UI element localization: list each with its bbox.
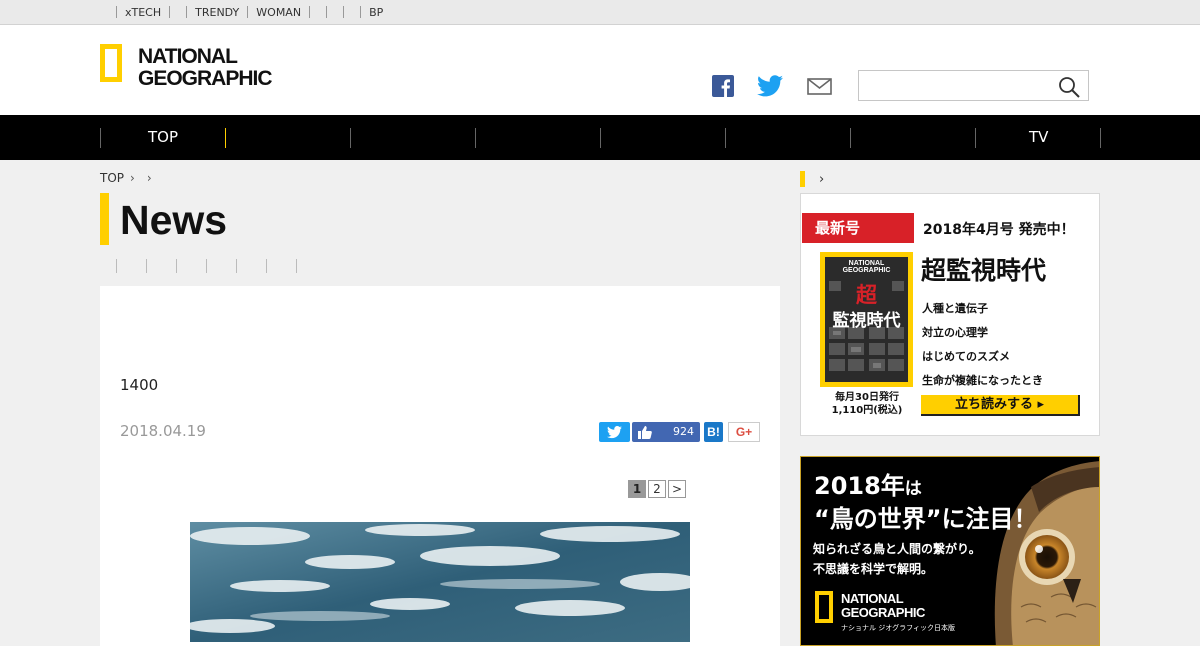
utility-divider bbox=[343, 6, 345, 18]
nav-divider bbox=[100, 128, 101, 148]
latest-issue-tag: 最新号 bbox=[802, 213, 914, 243]
nav-divider bbox=[600, 128, 601, 148]
utility-links: xTECH TRENDY WOMAN BP bbox=[116, 0, 391, 24]
category-divider bbox=[176, 259, 177, 273]
logo-wordmark: NATIONAL GEOGRAPHIC bbox=[138, 45, 273, 90]
category-tabs bbox=[116, 259, 326, 273]
bird-feature-ad[interactable]: 2018年は “鳥の世界”に注目！ 知られざる鳥と人間の繋がり。 不思議を科学で… bbox=[800, 456, 1100, 646]
utility-divider bbox=[326, 6, 328, 18]
ad-subtext: 知られざる鳥と人間の繋がり。 不思議を科学で解明。 bbox=[813, 542, 981, 576]
topic-item: 対立の心理学 bbox=[922, 326, 988, 339]
site-header: NATIONAL GEOGRAPHIC bbox=[0, 25, 1200, 115]
category-divider bbox=[296, 259, 297, 273]
page-1-button[interactable]: 1 bbox=[628, 480, 646, 498]
category-divider bbox=[146, 259, 147, 273]
twitter-share-button[interactable] bbox=[599, 422, 630, 442]
topic-item: はじめてのスズメ bbox=[922, 350, 1010, 363]
category-divider bbox=[116, 259, 117, 273]
feature-title: 超監視時代 bbox=[921, 256, 1047, 285]
facebook-icon[interactable] bbox=[712, 75, 734, 101]
breadcrumb: TOP › › bbox=[100, 171, 158, 185]
article-headline: 1400 bbox=[120, 376, 159, 394]
search-input[interactable] bbox=[859, 71, 1065, 100]
nav-divider bbox=[1100, 128, 1101, 148]
search-box bbox=[858, 70, 1089, 101]
magazine-cover[interactable]: NATIONAL GEOGRAPHIC 超 監視時代 bbox=[820, 252, 913, 387]
logo-frame-icon bbox=[100, 44, 122, 82]
article-date: 2018.04.19 bbox=[120, 422, 206, 440]
topic-item: 生命が複雑になったとき bbox=[922, 374, 1043, 387]
utility-link-xtech[interactable]: xTECH bbox=[117, 6, 169, 19]
article-card: 1400 2018.04.19 924 B! G+ 1 2 > bbox=[100, 286, 780, 646]
page-2-button[interactable]: 2 bbox=[648, 480, 666, 498]
thumbs-up-icon bbox=[638, 426, 652, 439]
mail-icon[interactable] bbox=[807, 78, 832, 99]
pagination: 1 2 > bbox=[628, 480, 688, 498]
chevron-right-icon: › bbox=[130, 171, 135, 185]
ad-headline: 2018年は “鳥の世界”に注目！ bbox=[814, 472, 1038, 533]
nav-item-top[interactable]: TOP bbox=[148, 115, 178, 160]
title-accent-bar bbox=[100, 193, 109, 245]
magazine-promo[interactable]: 最新号 2018年4月号 発売中！ NATIONAL GEOGRAPHIC 超 bbox=[800, 193, 1100, 436]
cover-big-char: 超 bbox=[856, 283, 877, 307]
utility-bar: xTECH TRENDY WOMAN BP bbox=[0, 0, 1200, 25]
heading-accent-bar bbox=[800, 171, 805, 187]
nav-divider bbox=[850, 128, 851, 148]
sidebar-heading: › bbox=[800, 171, 824, 187]
hero-image bbox=[190, 522, 690, 642]
feature-topics: 人種と遺伝子 対立の心理学 はじめてのスズメ 生命が複雑になったとき bbox=[922, 297, 1043, 393]
ad-logo-japanese: ナショナル ジオグラフィック日本版 bbox=[841, 624, 955, 632]
utility-link-woman[interactable]: WOMAN bbox=[248, 6, 309, 19]
facebook-like-count: 924 bbox=[673, 425, 694, 438]
main-nav: TOP TV bbox=[0, 115, 1200, 160]
nav-divider bbox=[350, 128, 351, 148]
utility-divider bbox=[169, 6, 171, 18]
search-icon[interactable] bbox=[1058, 76, 1080, 98]
release-info: 毎月30日発行 1,110円(税込) bbox=[831, 392, 903, 416]
utility-link-trendy[interactable]: TRENDY bbox=[187, 6, 247, 19]
cover-brand: NATIONAL bbox=[848, 260, 885, 267]
cover-title: 監視時代 bbox=[832, 311, 901, 331]
category-divider bbox=[206, 259, 207, 273]
nav-divider-active bbox=[225, 128, 226, 148]
ad-logo-wordmark: NATIONAL GEOGRAPHIC bbox=[841, 591, 925, 620]
page-title: News bbox=[120, 197, 228, 243]
ad-logo-frame-icon bbox=[815, 591, 833, 623]
nav-divider bbox=[725, 128, 726, 148]
chevron-right-icon[interactable]: › bbox=[819, 172, 824, 187]
hatena-bookmark-button[interactable]: B! bbox=[704, 422, 723, 442]
issue-release-text: 2018年4月号 発売中！ bbox=[923, 222, 1075, 238]
next-page-button[interactable]: > bbox=[668, 480, 686, 498]
twitter-icon[interactable] bbox=[757, 75, 783, 101]
utility-link-bp[interactable]: BP bbox=[361, 6, 391, 19]
nav-divider bbox=[975, 128, 976, 148]
topic-item: 人種と遺伝子 bbox=[922, 302, 988, 315]
nav-divider bbox=[475, 128, 476, 148]
read-preview-button[interactable]: 立ち読みする ▸ bbox=[921, 395, 1080, 416]
category-divider bbox=[236, 259, 237, 273]
utility-divider bbox=[309, 6, 311, 18]
chevron-right-icon: › bbox=[146, 171, 152, 185]
nav-item-tv[interactable]: TV bbox=[1029, 115, 1048, 160]
facebook-like-button[interactable]: 924 bbox=[632, 422, 700, 442]
google-plus-button[interactable]: G+ bbox=[728, 422, 760, 442]
category-divider bbox=[266, 259, 267, 273]
breadcrumb-home[interactable]: TOP bbox=[100, 171, 124, 185]
